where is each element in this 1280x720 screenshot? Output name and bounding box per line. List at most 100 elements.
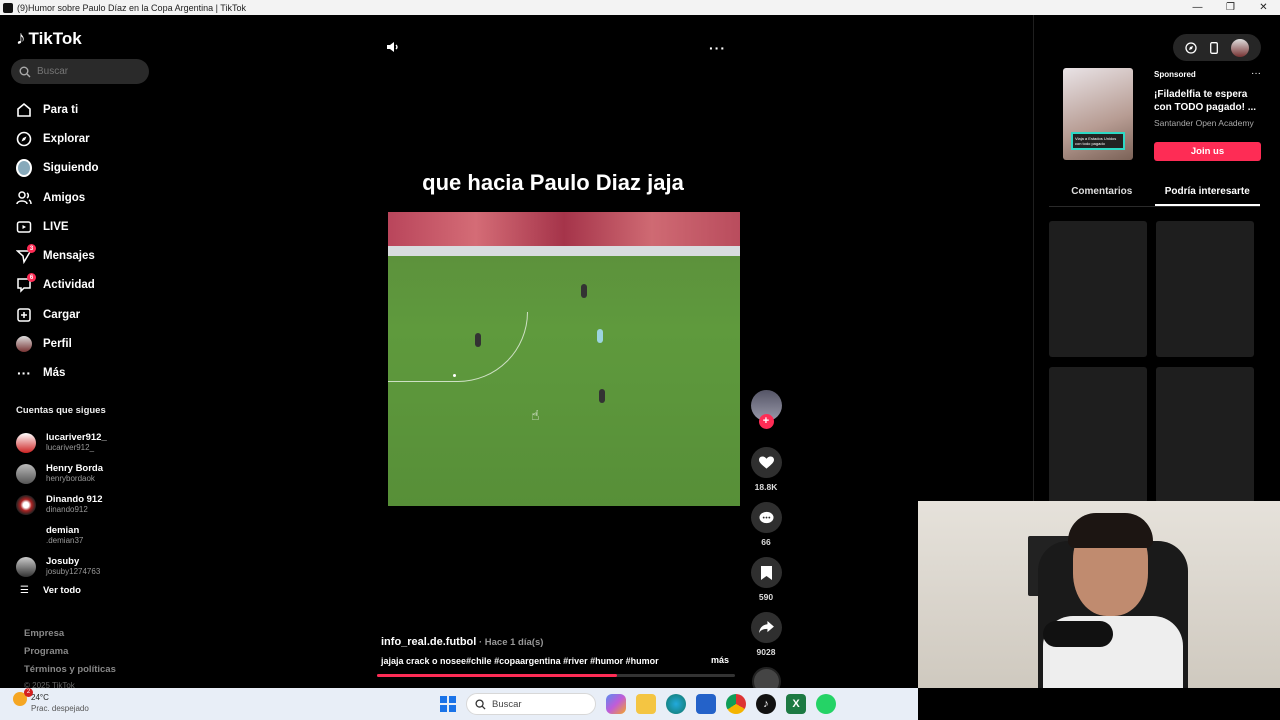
suggested-video-placeholder[interactable] [1156,367,1254,503]
video-caption-overlay: que hacia Paulo Diaz jaja [422,170,684,195]
following-handle: lucariver912_ [46,442,95,452]
nav-label: Más [43,367,66,380]
save-count: 590 [758,592,774,602]
avatar [16,463,36,484]
weather-temperature: 24°C [31,693,49,702]
comment-icon [758,511,774,523]
tab-comentarios[interactable]: Comentarios [1049,183,1155,206]
side-tabs: Comentarios Podría interesarte [1049,183,1260,207]
avatar [16,432,36,453]
activity-icon: 6 [16,273,36,294]
following-item[interactable]: demian .demian37 [16,520,107,551]
person-hair [1068,513,1153,548]
tiktok-taskbar-icon[interactable]: ♪ [756,694,776,714]
video-progress-bar[interactable] [377,674,735,677]
tiktok-logo[interactable]: ♪ TikTok [16,28,82,50]
ball [453,374,456,377]
volume-icon[interactable] [386,40,400,59]
nav-item-siguiendo[interactable]: Siguiendo [16,154,99,183]
nav-label: Amigos [43,191,86,204]
save-button[interactable] [750,557,782,588]
suggested-video-placeholder[interactable] [1049,221,1147,357]
description-more-link[interactable]: más [711,655,729,665]
maximize-button[interactable]: ❐ [1214,0,1247,15]
tiktok-logo-text: TikTok [28,29,82,48]
more-options-icon[interactable]: ··· [709,40,726,56]
nav-item-explorar[interactable]: Explorar [16,124,99,153]
nav-item-live[interactable]: LIVE [16,212,99,241]
ad-options-icon[interactable]: ··· [1251,68,1261,79]
like-count: 18.8K [754,482,778,492]
suggested-video-placeholder[interactable] [1156,221,1254,357]
edge-icon[interactable] [666,694,686,714]
windows-start-icon[interactable] [440,696,456,712]
following-name: Henry Borda [46,462,104,474]
whatsapp-icon[interactable] [816,694,836,714]
see-all-label: Ver todo [42,585,81,596]
footer-link-empresa[interactable]: Empresa [24,628,116,646]
suggested-video-placeholder[interactable] [1049,367,1147,503]
excel-icon[interactable]: X [786,694,806,714]
see-all-link[interactable]: ☰ Ver todo [20,585,81,596]
search-input[interactable] [37,66,137,77]
like-button[interactable] [750,447,782,478]
microphone [1043,621,1113,647]
nav-item-amigos[interactable]: Amigos [16,183,99,212]
upload-icon [16,307,32,323]
home-icon [16,102,32,118]
close-button[interactable]: ✕ [1247,0,1280,15]
nav-item-perfil[interactable]: Perfil [16,329,99,358]
search-icon [475,698,486,710]
nav-label: Explorar [43,132,90,145]
sponsored-ad[interactable]: Viaja a Estados Unidos con todo pagado S… [1063,68,1263,162]
avatar [16,525,36,546]
nav-label: Perfil [43,338,72,351]
ad-thumbnail-text: Viaja a Estados Unidos con todo pagado [1071,132,1125,150]
follow-plus-icon[interactable]: + [758,414,774,429]
webcam-overlay [918,501,1280,688]
author-avatar[interactable]: + [750,390,782,429]
player [599,389,605,403]
share-button[interactable] [750,612,782,643]
nav-label: Siguiendo [43,162,99,175]
store-icon[interactable] [696,694,716,714]
ad-thumbnail[interactable]: Viaja a Estados Unidos con todo pagado [1063,68,1133,160]
following-handle: henrybordaok [46,473,95,483]
user-avatar[interactable] [1230,38,1249,57]
file-explorer-icon[interactable] [636,694,656,714]
nav-item-mensajes[interactable]: 3 Mensajes [16,241,99,270]
nav-item-cargar[interactable]: Cargar [16,300,99,329]
following-item[interactable]: Henry Borda henrybordaok [16,458,107,489]
following-item[interactable]: lucariver912_ lucariver912_ [16,427,107,458]
following-item[interactable]: Josuby josuby1274763 [16,551,107,582]
following-item[interactable]: Dinando 912 dinando912 [16,489,107,520]
tab-podria-interesarte[interactable]: Podría interesarte [1154,183,1260,206]
search-box[interactable] [11,59,149,84]
following-name: Josuby [46,555,80,567]
taskbar-search[interactable]: Buscar [466,693,596,715]
phone-icon[interactable] [1210,41,1218,54]
video-player[interactable]: ☝ [388,212,740,506]
nav-item-actividad[interactable]: 6 Actividad [16,271,99,300]
share-count: 9028 [756,647,776,657]
footer-link-terminos[interactable]: Términos y políticas [24,664,116,682]
video-info: info_real.de.futbol · Hace 1 día(s) jaja… [381,632,731,666]
player [597,329,603,343]
minimize-button[interactable]: — [1181,0,1214,15]
compass-icon[interactable] [1185,41,1197,54]
sidebar: ♪ TikTok Para ti Explorar Siguiendo Amig… [0,15,160,690]
copilot-icon[interactable] [606,694,626,714]
ad-title: ¡Filadelfia te espera con TODO pagado! .… [1154,89,1257,113]
video-author-name[interactable]: info_real.de.futbol [381,636,476,648]
footer-link-programa[interactable]: Programa [24,646,116,664]
windows-taskbar: 2 24°C Prac. despejado Buscar ♪ X [0,688,918,720]
chrome-icon[interactable] [726,694,746,714]
join-us-button[interactable]: Join us [1154,142,1261,161]
activity-badge: 6 [27,273,36,283]
nav-item-mas[interactable]: ··· Más [16,359,99,388]
following-section-title: Cuentas que sigues [16,405,106,416]
comment-button[interactable] [750,502,782,533]
avatar [16,494,36,515]
nav-item-para-ti[interactable]: Para ti [16,95,99,124]
weather-widget[interactable]: 2 24°C Prac. despejado [13,688,89,714]
